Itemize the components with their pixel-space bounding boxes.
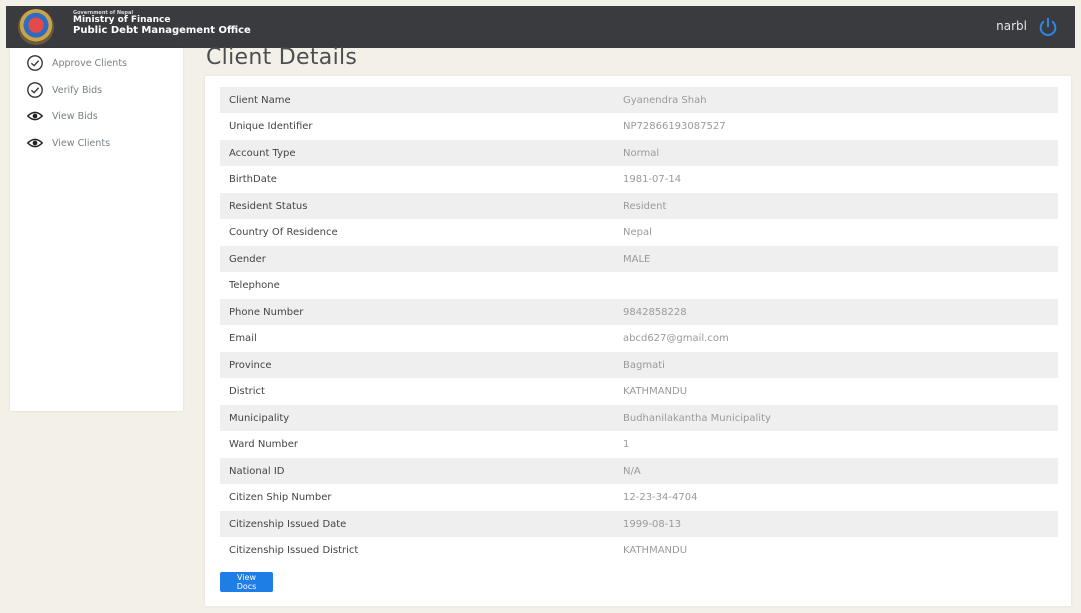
sidebar-item-view-bids[interactable]: View Bids <box>26 107 98 125</box>
detail-row: Unique Identifier NP72866193087527 <box>220 113 1058 139</box>
detail-label: National ID <box>229 465 285 477</box>
detail-row: Citizenship Issued Date 1999-08-13 <box>220 511 1058 537</box>
detail-value: 1 <box>623 438 630 450</box>
detail-value: Normal <box>623 147 660 159</box>
detail-row: Phone Number 9842858228 <box>220 299 1058 325</box>
office-label: Public Debt Management Office <box>73 24 251 36</box>
detail-label: Municipality <box>229 412 290 424</box>
detail-value: Budhanilakantha Municipality <box>623 412 771 424</box>
detail-label: Country Of Residence <box>229 226 338 238</box>
detail-label: Citizenship Issued Date <box>229 518 347 530</box>
detail-row: Account Type Normal <box>220 140 1058 166</box>
detail-label: Resident Status <box>229 200 308 212</box>
detail-row: National ID N/A <box>220 458 1058 484</box>
detail-value: abcd627@gmail.com <box>623 332 729 344</box>
detail-label: Gender <box>229 253 266 265</box>
detail-label: Phone Number <box>229 306 304 318</box>
detail-row: Municipality Budhanilakantha Municipalit… <box>220 405 1058 431</box>
sidebar-item-label: View Clients <box>52 137 111 149</box>
detail-row: Client Name Gyanendra Shah <box>220 87 1058 113</box>
detail-label: Client Name <box>229 94 291 106</box>
check-circle-icon <box>27 55 43 71</box>
client-details-panel: Client Name Gyanendra Shah Unique Identi… <box>205 76 1071 606</box>
sidebar-item-label: Approve Clients <box>52 57 128 69</box>
sidebar-item-view-clients[interactable]: View Clients <box>26 134 110 152</box>
detail-label: Telephone <box>229 279 280 291</box>
detail-label: Ward Number <box>229 438 299 450</box>
detail-value: NP72866193087527 <box>623 120 726 132</box>
sidebar: Approve Clients Verify Bids View Bids Vi… <box>10 48 183 411</box>
nepal-emblem-logo <box>18 9 54 45</box>
detail-value: KATHMANDU <box>623 544 688 556</box>
username[interactable]: narbl <box>996 19 1027 33</box>
eye-icon <box>26 138 44 148</box>
detail-value: 1999-08-13 <box>623 518 682 530</box>
detail-value: 9842858228 <box>623 306 687 318</box>
detail-row: Country Of Residence Nepal <box>220 219 1058 245</box>
detail-label: Citizenship Issued District <box>229 544 359 556</box>
detail-label: BirthDate <box>229 173 277 185</box>
brand-text: Government of Nepal Ministry of Finance … <box>73 10 251 36</box>
detail-value: Gyanendra Shah <box>623 94 707 106</box>
detail-value: Bagmati <box>623 359 665 371</box>
detail-row: BirthDate 1981-07-14 <box>220 166 1058 192</box>
sidebar-item-approve-clients[interactable]: Approve Clients <box>26 54 127 72</box>
detail-value: N/A <box>623 465 641 477</box>
sidebar-item-label: Verify Bids <box>52 84 103 96</box>
detail-row: Gender MALE <box>220 246 1058 272</box>
detail-row: Resident Status Resident <box>220 193 1058 219</box>
detail-row: Citizenship Issued District KATHMANDU <box>220 537 1058 563</box>
sidebar-item-label: View Bids <box>52 110 98 122</box>
sidebar-item-verify-bids[interactable]: Verify Bids <box>26 81 102 99</box>
detail-label: Province <box>229 359 272 371</box>
detail-row: Email abcd627@gmail.com <box>220 325 1058 351</box>
detail-row: Ward Number 1 <box>220 431 1058 457</box>
detail-label: Unique Identifier <box>229 120 313 132</box>
detail-value: Resident <box>623 200 667 212</box>
page-title: Client Details <box>206 45 358 70</box>
detail-row: District KATHMANDU <box>220 378 1058 404</box>
detail-label: Email <box>229 332 257 344</box>
detail-row: Citizen Ship Number 12-23-34-4704 <box>220 484 1058 510</box>
power-icon[interactable] <box>1037 16 1059 38</box>
detail-value: 12-23-34-4704 <box>623 491 698 503</box>
top-navbar: Government of Nepal Ministry of Finance … <box>6 6 1075 48</box>
detail-value: KATHMANDU <box>623 385 688 397</box>
detail-value: Nepal <box>623 226 652 238</box>
detail-label: District <box>229 385 265 397</box>
detail-row: Telephone <box>220 272 1058 298</box>
detail-value: 1981-07-14 <box>623 173 682 185</box>
eye-icon <box>26 111 44 121</box>
detail-row: Province Bagmati <box>220 352 1058 378</box>
view-docs-button[interactable]: View Docs <box>220 572 273 592</box>
detail-label: Citizen Ship Number <box>229 491 332 503</box>
detail-label: Account Type <box>229 147 296 159</box>
detail-value: MALE <box>623 253 651 265</box>
check-circle-icon <box>27 82 43 98</box>
